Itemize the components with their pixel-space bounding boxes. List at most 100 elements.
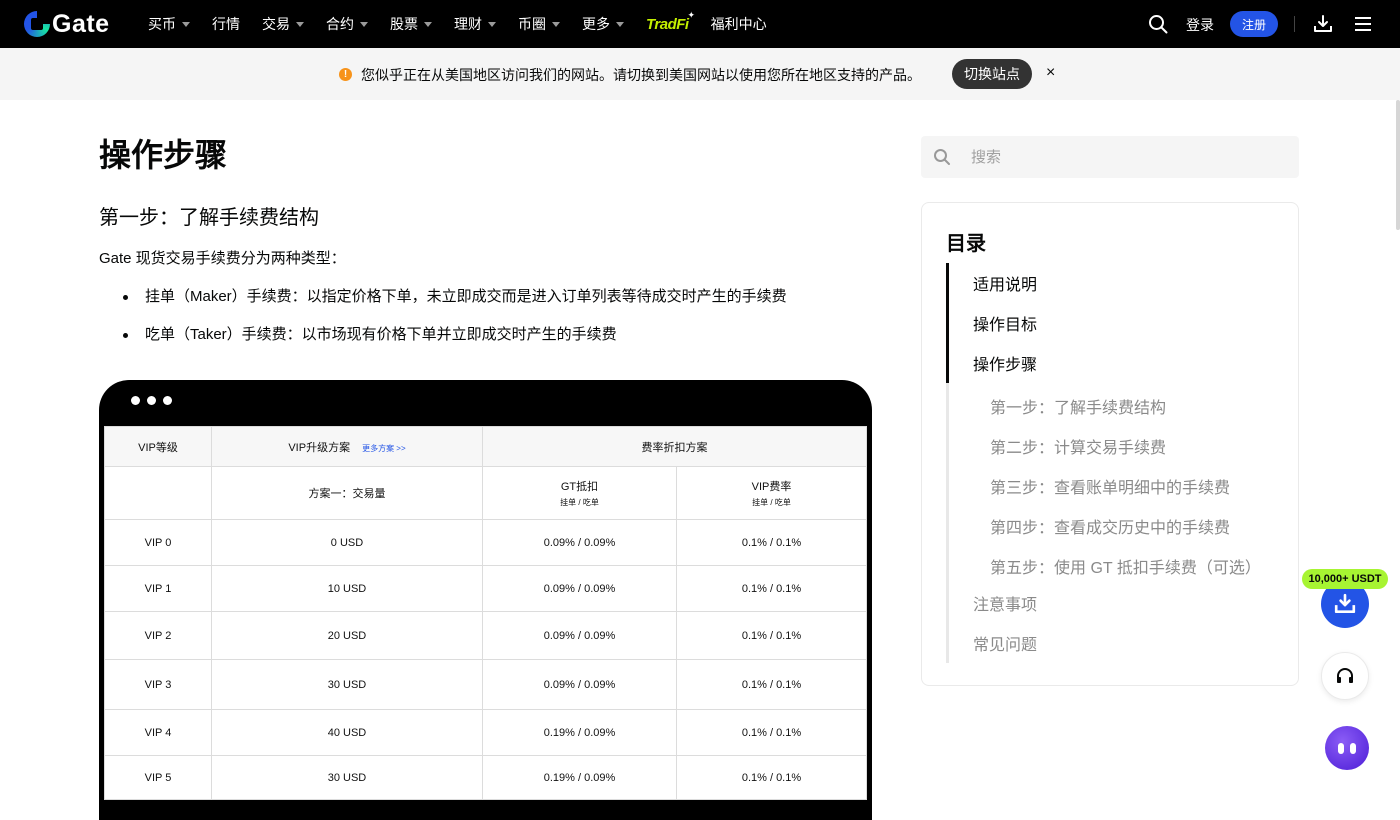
logo-text: Gate — [52, 9, 110, 38]
table-cell: 0.19% / 0.09% — [482, 709, 677, 756]
chevron-down-icon — [616, 21, 624, 27]
table-cell — [104, 466, 212, 520]
maker-taker-label: 挂单 / 吃单 — [752, 498, 791, 507]
nav-menu-item[interactable]: 交易 — [262, 0, 304, 48]
reward-badge[interactable]: 10,000+ USDT — [1302, 569, 1388, 589]
table-cell: 10 USD — [211, 565, 483, 612]
table-header: VIP等级 — [104, 426, 212, 467]
warning-icon: ! — [339, 68, 352, 81]
register-button[interactable]: 注册 — [1230, 11, 1278, 37]
login-link[interactable]: 登录 — [1186, 15, 1214, 35]
bot-eye-icon — [1338, 742, 1344, 754]
maker-taker-label: 挂单 / 吃单 — [560, 498, 599, 507]
more-plans-link[interactable]: 更多方案 >> — [362, 444, 406, 453]
intro-paragraph: Gate 现货交易手续费分为两种类型： — [99, 250, 346, 267]
page-title: 操作步骤 — [99, 137, 228, 173]
table-cell: VIP 0 — [104, 519, 212, 566]
table-cell: 20 USD — [211, 611, 483, 660]
chevron-down-icon — [182, 21, 190, 27]
fee-table-screenshot: VIP等级 VIP升级方案 更多方案 >> 费率折扣方案 方案一：交易量 GT抵扣… — [104, 426, 867, 800]
table-cell: 0.1% / 0.1% — [676, 611, 867, 660]
nav-menu-label: 交易 — [262, 16, 290, 32]
chevron-down-icon — [360, 21, 368, 27]
nav-menu-item[interactable]: 行情 — [212, 0, 240, 48]
close-notice-icon[interactable]: × — [1046, 64, 1055, 82]
nav-menu-item[interactable]: 合约 — [326, 0, 368, 48]
main-menu: 买币 行情 交易 合约 股票 理财 币圈 更多 TradFi ✦ 福利中心 — [148, 0, 789, 48]
table-cell: VIP 2 — [104, 611, 212, 660]
table-of-contents: 目录 适用说明 操作目标 操作步骤 第一步：了解手续费结构 第二步：计算交易手续费 第三步… — [921, 202, 1299, 686]
fee-type-list: 挂单（Maker）手续费：以指定价格下单，未立即成交而是进入订单列表等待成交时产… — [99, 286, 787, 362]
search-input[interactable] — [971, 136, 1281, 178]
table-row: VIP 4 40 USD 0.19% / 0.09% 0.1% / 0.1% — [104, 709, 867, 756]
nav-menu-label: 合约 — [326, 16, 354, 32]
table-cell: 方案一：交易量 — [211, 466, 483, 520]
vip-fee-table: VIP等级 VIP升级方案 更多方案 >> 费率折扣方案 方案一：交易量 GT抵扣… — [104, 426, 867, 800]
nav-divider — [1294, 16, 1295, 32]
nav-menu-label: 买币 — [148, 16, 176, 32]
table-cell: VIP 3 — [104, 659, 212, 710]
bot-eye-icon — [1350, 742, 1356, 754]
toc-item[interactable]: 第五步：使用 GT 抵扣手续费（可选） — [990, 554, 1261, 578]
table-cell: VIP 5 — [104, 755, 212, 800]
toc-item[interactable]: 第一步：了解手续费结构 — [990, 394, 1166, 418]
toc-item[interactable]: 第二步：计算交易手续费 — [990, 434, 1166, 458]
search-icon[interactable] — [1148, 14, 1168, 34]
toc-item[interactable]: 操作目标 — [973, 311, 1037, 335]
switch-site-button[interactable]: 切换站点 — [952, 59, 1032, 89]
toc-item[interactable]: 常见问题 — [973, 631, 1037, 655]
download-icon[interactable] — [1313, 14, 1333, 34]
chevron-down-icon — [296, 21, 304, 27]
gate-logo-icon — [24, 11, 50, 37]
toc-item[interactable]: 第三步：查看账单明细中的手续费 — [990, 474, 1230, 498]
table-cell: 30 USD — [211, 659, 483, 710]
nav-menu-label: 股票 — [390, 16, 418, 32]
notice-text: 您似乎正在从美国地区访问我们的网站。请切换到美国网站以使用您所在地区支持的产品。 — [361, 67, 921, 83]
table-cell: 0.09% / 0.09% — [482, 659, 677, 710]
list-item: 吃单（Taker）手续费：以市场现有价格下单并立即成交时产生的手续费 — [99, 324, 787, 362]
table-row: VIP 5 30 USD 0.19% / 0.09% 0.1% / 0.1% — [104, 755, 867, 800]
sparkle-icon: ✦ — [687, 9, 696, 20]
window-dot — [131, 396, 140, 405]
customer-support-button[interactable] — [1321, 652, 1369, 700]
table-row: VIP 2 20 USD 0.09% / 0.09% 0.1% / 0.1% — [104, 611, 867, 660]
vip-rate-label: VIP费率 — [751, 481, 792, 493]
ai-assistant-button[interactable] — [1325, 726, 1369, 770]
nav-menu-item[interactable]: 更多 — [582, 0, 624, 48]
upgrade-header-label: VIP升级方案 — [288, 441, 351, 454]
table-row: VIP 3 30 USD 0.09% / 0.09% 0.1% / 0.1% — [104, 659, 867, 710]
nav-menu-label: 理财 — [454, 16, 482, 32]
nav-menu-item[interactable]: 股票 — [390, 0, 432, 48]
table-cell: 0.09% / 0.09% — [482, 519, 677, 566]
toc-item[interactable]: 操作步骤 — [973, 351, 1037, 375]
nav-menu-label: 更多 — [582, 16, 610, 32]
tradfi-label: TradFi — [646, 15, 689, 33]
table-row: VIP 00 USD 0.09% / 0.09% 0.1% / 0.1% — [104, 519, 867, 566]
toc-active-indicator — [946, 263, 949, 383]
chevron-down-icon — [424, 21, 432, 27]
welfare-center-link[interactable]: 福利中心 — [711, 0, 767, 48]
nav-menu-label: 行情 — [212, 16, 240, 32]
toc-item[interactable]: 注意事项 — [973, 591, 1037, 615]
table-cell: 0.09% / 0.09% — [482, 611, 677, 660]
window-dot — [147, 396, 156, 405]
nav-menu-item[interactable]: 买币 — [148, 0, 190, 48]
top-navbar: Gate 买币 行情 交易 合约 股票 理财 币圈 更多 TradFi ✦ 福利中心 登录 注册 — [0, 0, 1400, 48]
tradfi-link[interactable]: TradFi ✦ — [646, 10, 695, 33]
gt-deduct-label: GT抵扣 — [560, 481, 599, 493]
headset-icon — [1337, 668, 1353, 683]
nav-menu-item[interactable]: 理财 — [454, 0, 496, 48]
hamburger-menu-icon[interactable] — [1354, 15, 1372, 33]
table-header: 费率折扣方案 — [482, 426, 867, 467]
nav-menu-item[interactable]: 币圈 — [518, 0, 560, 48]
table-cell: 0.19% / 0.09% — [482, 755, 677, 800]
page-scrollbar[interactable] — [1396, 100, 1400, 230]
table-cell: 0.09% / 0.09% — [482, 565, 677, 612]
table-cell: VIP 1 — [104, 565, 212, 612]
gate-logo[interactable]: Gate — [24, 9, 110, 38]
search-icon — [934, 149, 950, 165]
table-cell: 40 USD — [211, 709, 483, 756]
toc-item[interactable]: 适用说明 — [973, 271, 1037, 295]
table-row: VIP 1 10 USD 0.09% / 0.09% 0.1% / 0.1% — [104, 565, 867, 612]
toc-item[interactable]: 第四步：查看成交历史中的手续费 — [990, 514, 1230, 538]
